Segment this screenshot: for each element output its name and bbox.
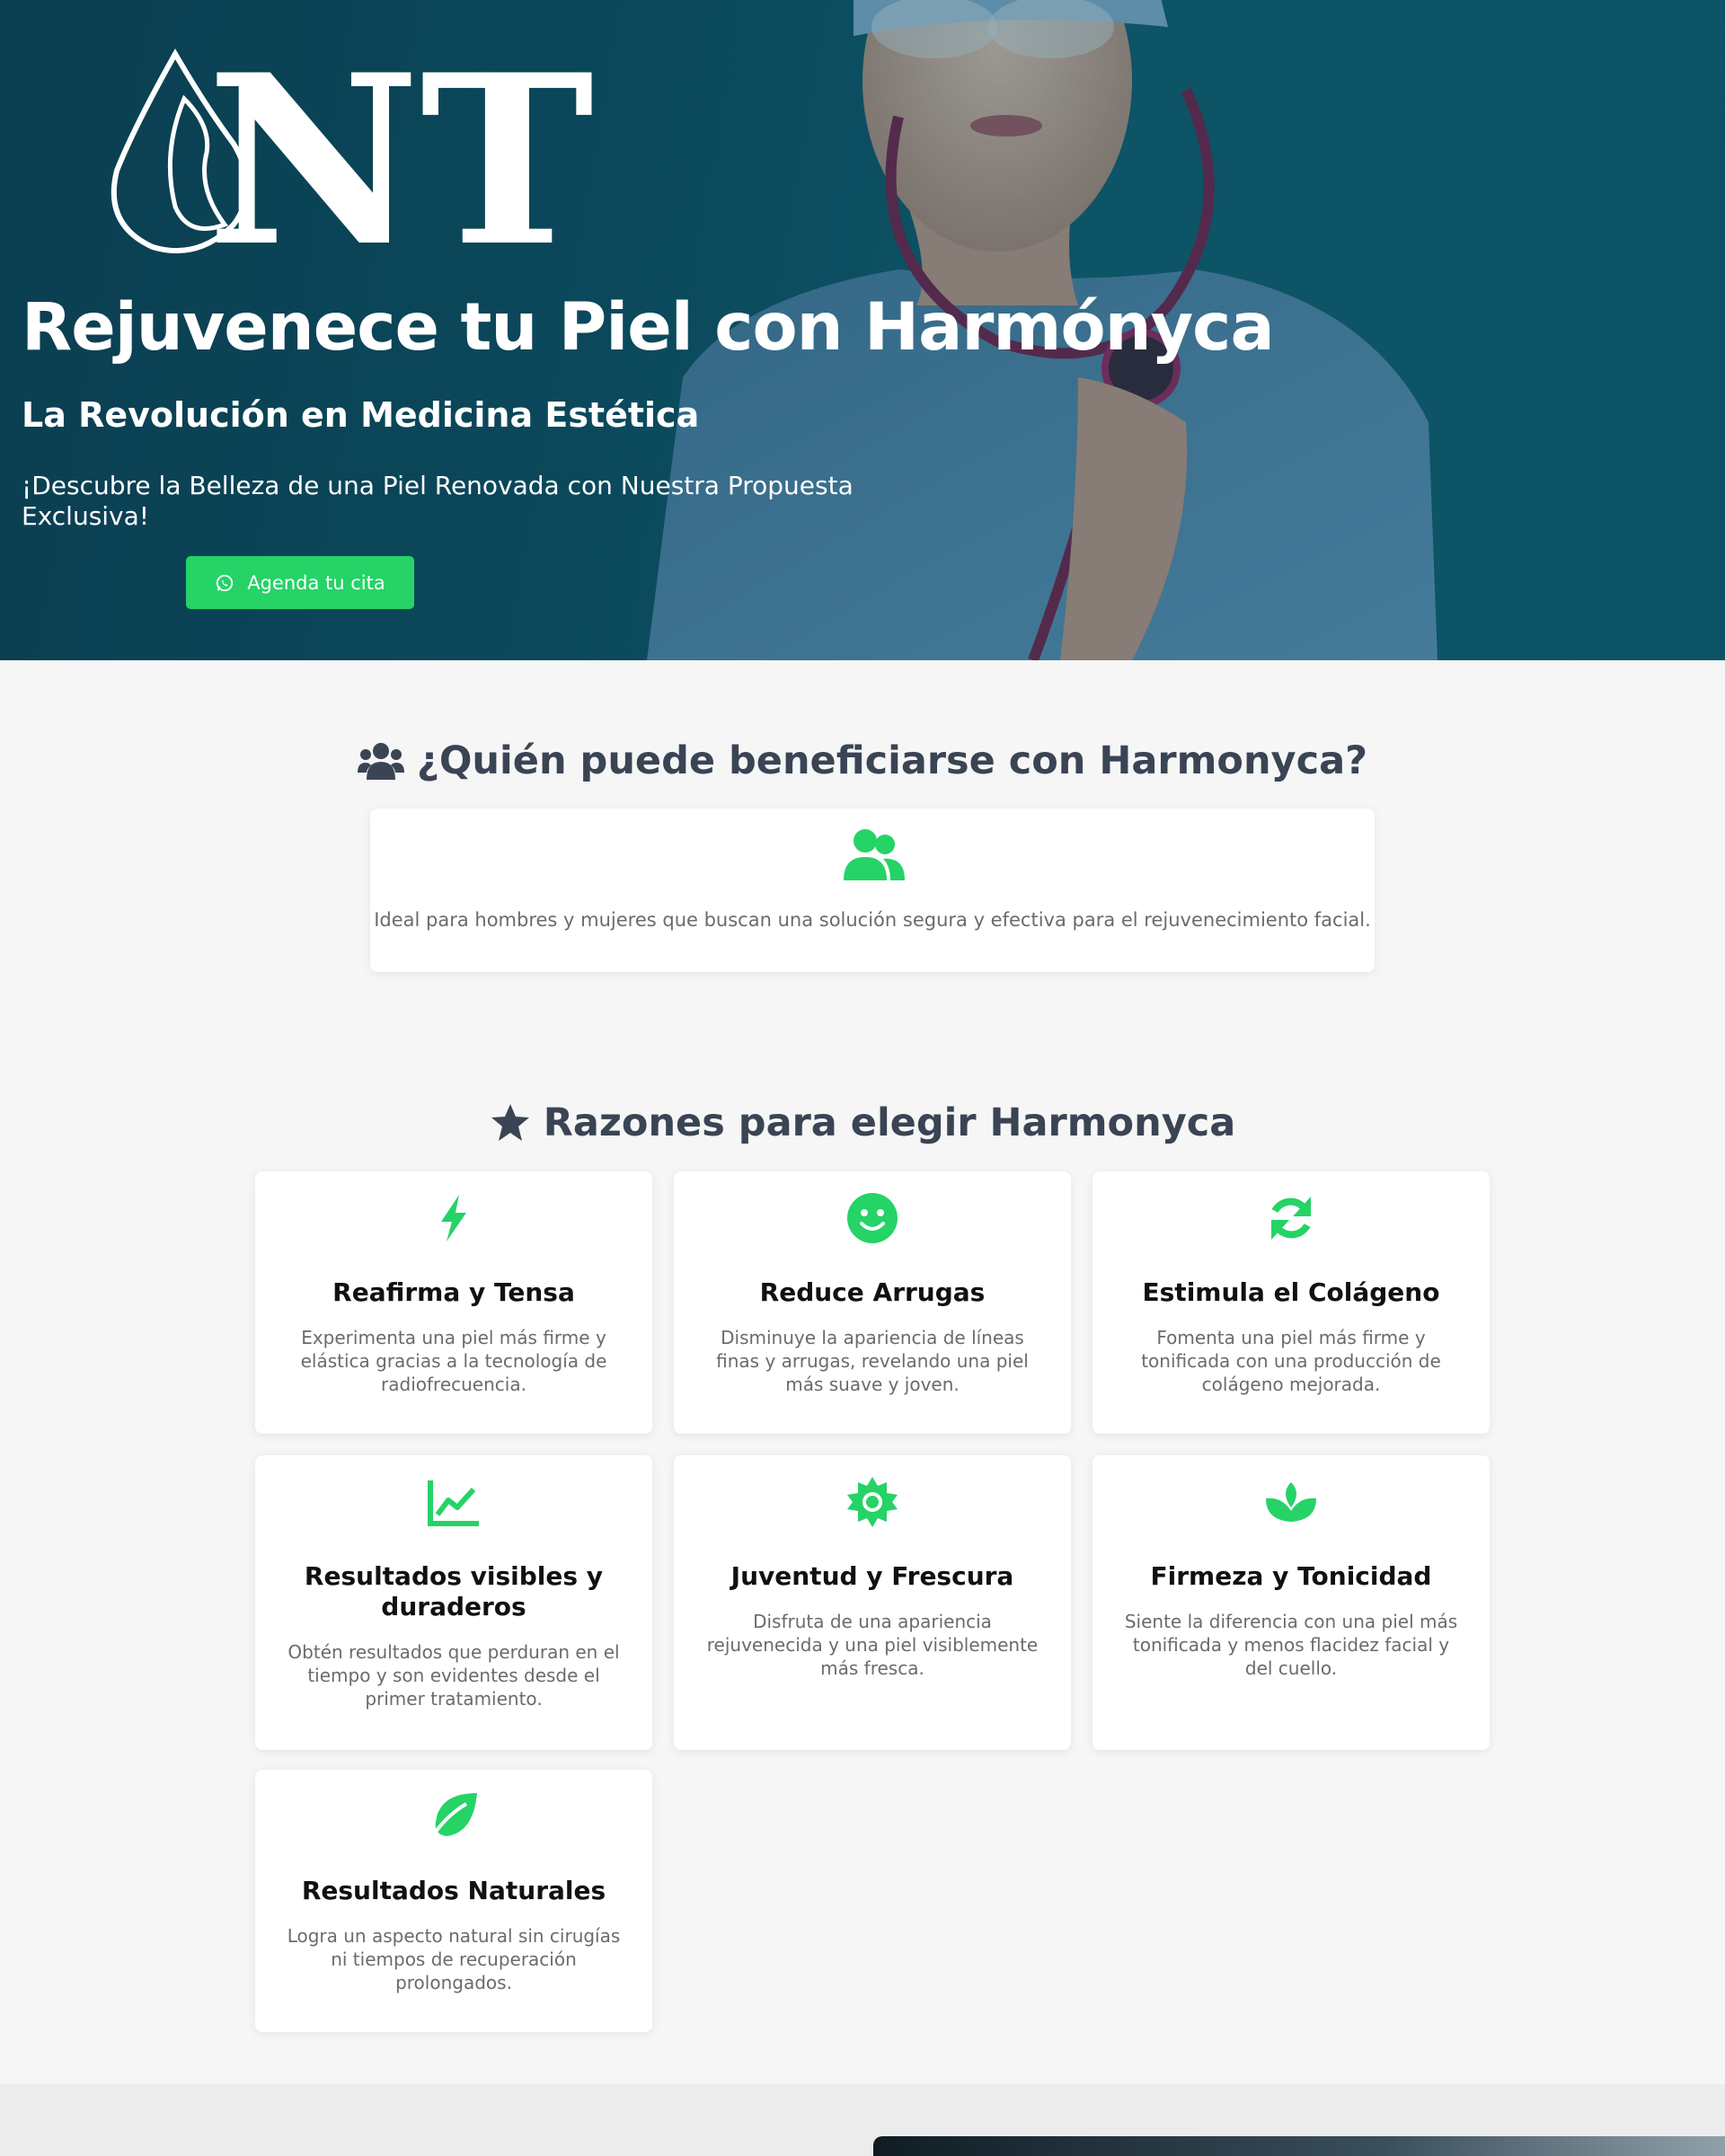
reason-card: Resultados visibles y duraderos Obtén re…	[255, 1455, 652, 1750]
who-card: Ideal para hombres y mujeres que buscan …	[370, 808, 1375, 972]
book-appointment-button[interactable]: Agenda tu cita	[186, 556, 414, 609]
reason-card: Juventud y Frescura Disfruta de una apar…	[674, 1455, 1071, 1750]
logo-text: NT	[207, 45, 594, 261]
reason-text: Disminuye la apariencia de líneas finas …	[716, 1327, 1029, 1395]
reasons-title-text: Razones para elegir Harmonyca	[543, 1100, 1236, 1145]
leaf-icon	[429, 1793, 477, 1842]
reason-card: Resultados Naturales Logra un aspecto na…	[255, 1770, 652, 2032]
reason-title: Reduce Arrugas	[759, 1277, 986, 1307]
who-description: Ideal para hombres y mujeres que buscan …	[374, 909, 1371, 931]
sun-icon	[847, 1477, 898, 1527]
spa-icon	[1266, 1482, 1316, 1522]
users-icon	[357, 743, 404, 780]
reason-title: Estimula el Colágeno	[1142, 1277, 1440, 1307]
reason-text: Experimenta una piel más firme y elástic…	[300, 1327, 607, 1395]
who-title-text: ¿Quién puede beneficiarse con Harmonyca?	[416, 738, 1368, 783]
hero-description: ¡Descubre la Belleza de una Piel Renovad…	[22, 471, 854, 531]
refresh-icon	[1271, 1197, 1311, 1240]
reason-text: Disfruta de una apariencia rejuvenecida …	[706, 1611, 1039, 1679]
reason-text: Fomenta una piel más firme y tonificada …	[1141, 1327, 1441, 1395]
reason-card: Estimula el Colágeno Fomenta una piel má…	[1092, 1171, 1490, 1434]
next-section-image	[873, 2136, 1725, 2156]
reasons-section-title: Razones para elegir Harmonyca	[0, 1100, 1725, 1145]
reason-title: Resultados Naturales	[301, 1876, 606, 1905]
reason-text: Obtén resultados que perduran en el tiem…	[288, 1641, 620, 1710]
hero-subtitle: La Revolución en Medicina Estética	[22, 395, 700, 435]
who-section-title: ¿Quién puede beneficiarse con Harmonyca?	[0, 738, 1725, 783]
whatsapp-icon	[217, 574, 234, 591]
reason-title: Firmeza y Tonicidad	[1150, 1561, 1432, 1591]
hero-banner: NT Rejuvenece tu Piel con Harmónyca La R…	[0, 0, 1725, 660]
star-icon	[491, 1104, 529, 1141]
reason-card: Firmeza y Tonicidad Siente la diferencia…	[1092, 1455, 1490, 1750]
user-group-icon	[844, 829, 905, 880]
chart-line-icon	[428, 1480, 479, 1526]
reason-text: Siente la diferencia con una piel más to…	[1124, 1611, 1458, 1679]
reason-card: Reafirma y Tensa Experimenta una piel má…	[255, 1171, 652, 1434]
hero-title: Rejuvenece tu Piel con Harmónyca	[22, 289, 1275, 366]
reason-title: Resultados visibles y duraderos	[304, 1561, 604, 1621]
reason-text: Logra un aspecto natural sin cirugías ni…	[287, 1925, 621, 1993]
reason-title: Reafirma y Tensa	[332, 1277, 575, 1307]
smile-icon	[847, 1193, 898, 1243]
reason-card: Reduce Arrugas Disminuye la apariencia d…	[674, 1171, 1071, 1434]
bolt-icon	[441, 1195, 466, 1241]
nt-logo: NT	[111, 45, 594, 261]
book-appointment-label: Agenda tu cita	[247, 571, 385, 594]
reason-title: Juventud y Frescura	[730, 1561, 1014, 1591]
